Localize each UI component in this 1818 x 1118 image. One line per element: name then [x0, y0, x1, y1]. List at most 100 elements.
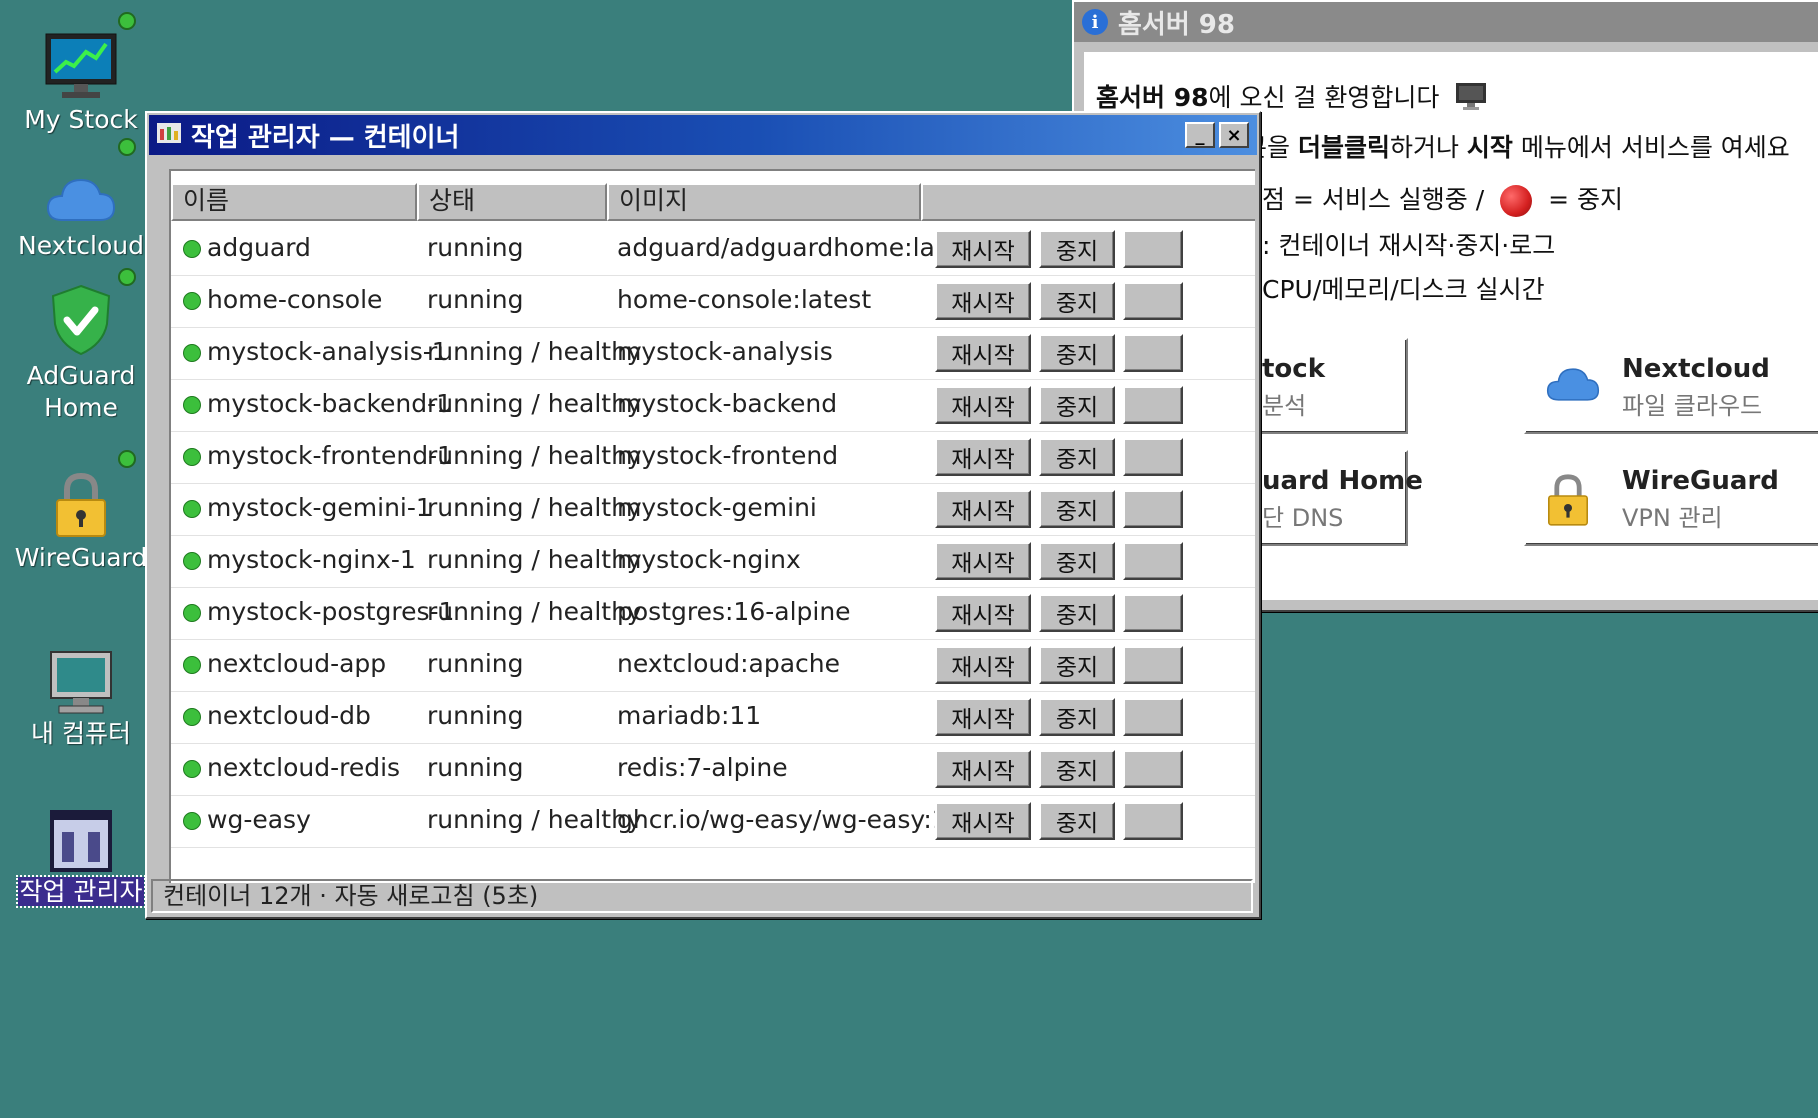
table-row[interactable]: mystock-gemini-1 running / healthy mystock… [171, 483, 1255, 536]
welcome-titlebar[interactable]: i 홈서버 98 [1074, 2, 1818, 42]
desktop-icon-my-computer[interactable]: 내 컴퓨터 [0, 636, 162, 750]
container-status: running / healthy [427, 545, 642, 574]
column-header-image[interactable]: 이미지 [607, 183, 921, 221]
logs-button[interactable] [1123, 646, 1183, 684]
restart-button[interactable]: 재시작 [935, 230, 1031, 268]
logs-button[interactable] [1123, 802, 1183, 840]
container-name: adguard [207, 233, 311, 262]
welcome-title: 홈서버 98 [1118, 9, 1235, 40]
table-row[interactable]: mystock-frontend-1 running / healthy mysto… [171, 431, 1255, 484]
logs-button[interactable] [1123, 490, 1183, 528]
text-bold: 시작 [1466, 133, 1513, 162]
desktop-icon-wireguard[interactable]: WireGuard [0, 444, 162, 574]
stop-button[interactable]: 중지 [1039, 542, 1115, 580]
running-indicator [118, 268, 136, 286]
restart-button[interactable]: 재시작 [935, 282, 1031, 320]
table-row[interactable]: nextcloud-redis running redis:7-alpine 재시작 중… [171, 743, 1255, 796]
logs-button[interactable] [1123, 542, 1183, 580]
logs-button[interactable] [1123, 594, 1183, 632]
table-row[interactable]: nextcloud-app running nextcloud:apache 재시작 중… [171, 639, 1255, 692]
container-name: wg-easy [207, 805, 311, 834]
stop-button[interactable]: 중지 [1039, 230, 1115, 268]
stop-button[interactable]: 중지 [1039, 646, 1115, 684]
table-row[interactable]: mystock-backend-1 running / healthy mystoc… [171, 379, 1255, 432]
running-indicator [118, 12, 136, 30]
restart-button[interactable]: 재시작 [935, 542, 1031, 580]
restart-button[interactable]: 재시작 [935, 490, 1031, 528]
card-name: tock [1262, 354, 1325, 384]
logs-button[interactable] [1123, 386, 1183, 424]
restart-button[interactable]: 재시작 [935, 750, 1031, 788]
task-manager-titlebar[interactable]: 작업 관리자 — 컨테이너 _ × [149, 115, 1257, 155]
logs-button[interactable] [1123, 334, 1183, 372]
container-name: nextcloud-app [207, 649, 387, 678]
container-name: mystock-nginx-1 [207, 545, 416, 574]
stop-button[interactable]: 중지 [1039, 594, 1115, 632]
desktop-icon-task-manager[interactable]: 작업 관리자 [0, 786, 162, 908]
table-row[interactable]: mystock-postgres-1 running / healthy postg… [171, 587, 1255, 640]
desktop-icon-my-stock[interactable]: My Stock [0, 6, 162, 136]
service-card-wireguard[interactable]: WireGuard VPN 관리 [1524, 450, 1818, 546]
logs-button[interactable] [1123, 438, 1183, 476]
stop-button[interactable]: 중지 [1039, 334, 1115, 372]
restart-button[interactable]: 재시작 [935, 594, 1031, 632]
restart-button[interactable]: 재시작 [935, 646, 1031, 684]
stop-button[interactable]: 중지 [1039, 698, 1115, 736]
column-header-name[interactable]: 이름 [171, 183, 417, 221]
column-header-status[interactable]: 상태 [417, 183, 607, 221]
status-running-icon [183, 448, 201, 466]
service-card-nextcloud[interactable]: Nextcloud 파일 클라우드 [1524, 338, 1818, 434]
info-icon: i [1082, 9, 1108, 35]
container-name: mystock-frontend-1 [207, 441, 454, 470]
stop-button[interactable]: 중지 [1039, 386, 1115, 424]
monitor-icon [1455, 82, 1487, 116]
minimize-button[interactable]: _ [1185, 122, 1215, 148]
container-image: home-console:latest [617, 285, 872, 314]
restart-button[interactable]: 재시작 [935, 438, 1031, 476]
table-row[interactable]: mystock-analysis-1 running / healthy mysto… [171, 327, 1255, 380]
task-manager-window: 작업 관리자 — 컨테이너 _ × 이름 상태 이미지 adguard runni… [145, 111, 1261, 919]
container-image: redis:7-alpine [617, 753, 788, 782]
container-image: mystock-backend [617, 389, 838, 418]
logs-button[interactable] [1123, 698, 1183, 736]
cloud-icon [0, 132, 162, 228]
restart-button[interactable]: 재시작 [935, 386, 1031, 424]
welcome-instruction: 콘을 더블클릭하거나 시작 메뉴에서 서비스를 여세요 [1244, 128, 1790, 164]
container-status: running / healthy [427, 493, 642, 522]
status-bar: 컨테이너 12개 · 자동 새로고침 (5초) [151, 879, 1253, 913]
stop-button[interactable]: 중지 [1039, 438, 1115, 476]
container-image: mystock-frontend [617, 441, 839, 470]
card-desc: 파일 클라우드 [1622, 392, 1763, 420]
container-status: running / healthy [427, 389, 642, 418]
desktop-icon-label: 내 컴퓨터 [31, 719, 131, 748]
text: 메뉴에서 서비스를 여세요 [1512, 133, 1790, 162]
restart-button[interactable]: 재시작 [935, 698, 1031, 736]
table-row[interactable]: adguard running adguard/adguardhome:latest… [171, 223, 1255, 276]
container-image: mystock-gemini [617, 493, 817, 522]
table-row[interactable]: mystock-nginx-1 running / healthy mystock-… [171, 535, 1255, 588]
task-manager-window-icon [157, 120, 181, 150]
lock-icon [0, 444, 162, 540]
container-image: mystock-nginx [617, 545, 801, 574]
stop-button[interactable]: 중지 [1039, 282, 1115, 320]
stop-button[interactable]: 중지 [1039, 750, 1115, 788]
status-running-icon [183, 552, 201, 570]
desktop-icon-label: AdGuard Home [26, 361, 136, 422]
logs-button[interactable] [1123, 750, 1183, 788]
stop-button[interactable]: 중지 [1039, 490, 1115, 528]
container-name: mystock-gemini-1 [207, 493, 432, 522]
desktop-icon-adguard-home[interactable]: AdGuard Home [0, 262, 162, 424]
computer-icon [0, 636, 162, 716]
table-row[interactable]: wg-easy running / healthy ghcr.io/wg-easy/… [171, 795, 1255, 848]
logs-button[interactable] [1123, 230, 1183, 268]
stop-button[interactable]: 중지 [1039, 802, 1115, 840]
restart-button[interactable]: 재시작 [935, 802, 1031, 840]
table-row[interactable]: home-console running home-console:latest 재시… [171, 275, 1255, 328]
restart-button[interactable]: 재시작 [935, 334, 1031, 372]
text: = 중지 [1548, 185, 1623, 214]
logs-button[interactable] [1123, 282, 1183, 320]
table-row[interactable]: nextcloud-db running mariadb:11 재시작 중지 [171, 691, 1255, 744]
desktop-icon-nextcloud[interactable]: Nextcloud [0, 132, 162, 262]
close-button[interactable]: × [1219, 122, 1249, 148]
status-running-icon [183, 292, 201, 310]
